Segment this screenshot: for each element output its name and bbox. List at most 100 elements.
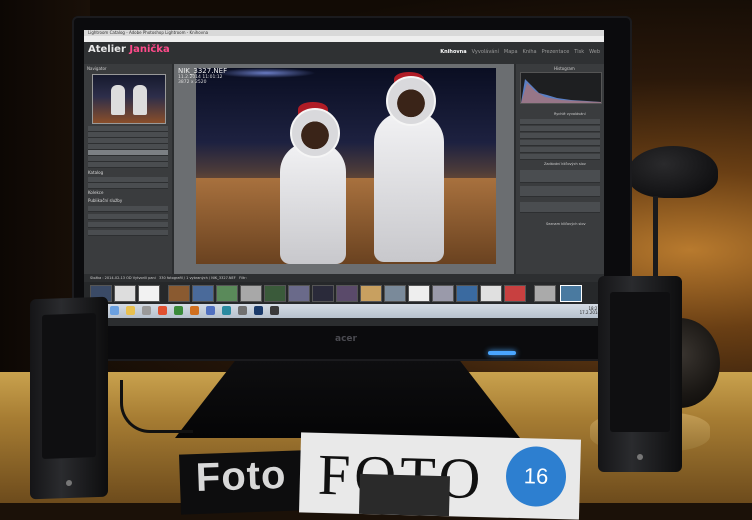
monitor-screen: Lightroom Catalog - Adobe Photoshop Ligh… (84, 30, 604, 326)
monitor-cable (120, 380, 193, 433)
magazine-foto-title: Foto (195, 452, 288, 501)
astronaut-right-helmet (386, 76, 436, 126)
filmstrip-thumb[interactable] (264, 285, 286, 302)
filmstrip-thumb-selected[interactable] (560, 285, 582, 302)
filmstrip-thumb[interactable] (480, 285, 502, 302)
speaker-grill (610, 292, 670, 432)
taskbar-clock[interactable]: 18:27 17.2.2014 (580, 307, 600, 315)
chrome-icon[interactable] (158, 306, 167, 315)
filmstrip-thumb[interactable] (504, 285, 526, 302)
module-slideshow[interactable]: Prezentace (542, 49, 570, 55)
app-icon[interactable] (222, 306, 231, 315)
app-icon[interactable] (174, 306, 183, 315)
filmstrip-filter-label: Filtr: (239, 276, 247, 280)
filmstrip (84, 282, 604, 304)
module-library[interactable]: Knihovna (440, 49, 466, 55)
planet-glow (216, 68, 316, 78)
right-speaker (598, 276, 682, 472)
keyword-set[interactable] (520, 202, 600, 213)
image-filename: NIK_3327.NEF (178, 67, 228, 75)
astronaut-left (280, 142, 346, 264)
publish-row[interactable] (88, 222, 168, 228)
ie-icon[interactable] (110, 306, 119, 315)
magazine-issue-number: 16 (505, 445, 567, 508)
module-map[interactable]: Mapa (504, 49, 518, 55)
monitor-brand: acer (335, 334, 357, 344)
lightroom-icon[interactable] (270, 306, 279, 315)
quick-develop-row[interactable] (520, 147, 600, 153)
windows-taskbar (84, 304, 604, 318)
filmstrip-thumb[interactable] (408, 285, 430, 302)
left-speaker (30, 296, 108, 500)
histogram (520, 72, 602, 104)
filmstrip-thumb[interactable] (240, 285, 262, 302)
right-section-keywording[interactable]: Zadávání klíčových slov (544, 162, 586, 167)
astronaut-left-helmet (290, 108, 340, 158)
quick-develop-row[interactable] (520, 133, 600, 139)
keyword-suggestions[interactable] (520, 186, 600, 197)
publish-row[interactable] (88, 206, 168, 212)
quick-develop-row[interactable] (520, 119, 600, 125)
identity-plate-accent: Janička (129, 44, 170, 55)
module-develop[interactable]: Vyvolávání (472, 49, 499, 55)
filmstrip-thumb[interactable] (456, 285, 478, 302)
module-picker: Knihovna Vyvolávání Mapa Kniha Prezentace Tis… (435, 49, 600, 55)
desk-lamp-head (628, 146, 718, 198)
astronaut-right (374, 112, 444, 262)
navigator-label: Navigator (87, 66, 107, 71)
collection-row[interactable] (88, 183, 168, 189)
module-web[interactable]: Web (589, 49, 600, 55)
module-print[interactable]: Tisk (574, 49, 584, 55)
quick-develop-row[interactable] (520, 154, 600, 160)
identity-plate: Atelier Janička (88, 44, 170, 55)
histogram-graph (521, 79, 601, 103)
folder-row[interactable] (88, 162, 168, 168)
filmstrip-thumb[interactable] (288, 285, 310, 302)
filmstrip-thumb[interactable] (114, 285, 136, 302)
app-icon[interactable] (206, 306, 215, 315)
right-section-quick-develop[interactable]: Rychlé vyvolávání (554, 112, 586, 117)
app-icon[interactable] (238, 306, 247, 315)
magazine-foto-16: FOTO 16 (299, 432, 581, 520)
explorer-icon[interactable] (126, 306, 135, 315)
magazine-cover-photo (358, 473, 450, 517)
filmstrip-thumb[interactable] (534, 285, 556, 302)
navigator-preview[interactable] (92, 74, 166, 124)
app-icon[interactable] (142, 306, 151, 315)
left-section-catalog[interactable]: Katalog (88, 170, 168, 176)
publish-row[interactable] (88, 230, 168, 236)
left-section-collections[interactable]: Kolekce (88, 190, 168, 196)
quick-develop-row[interactable] (520, 140, 600, 146)
filmstrip-thumb[interactable] (432, 285, 454, 302)
clock-date: 17.2.2014 (579, 310, 600, 315)
publish-row[interactable] (88, 214, 168, 220)
speaker-button (637, 454, 643, 460)
filmstrip-count: 330 fotografií / 1 vybraných / NIK_3327.… (159, 276, 236, 280)
photo-ground (196, 178, 496, 264)
desk-lamp-arm (653, 196, 658, 276)
filmstrip-thumb[interactable] (168, 285, 190, 302)
filmstrip-thumb[interactable] (192, 285, 214, 302)
filmstrip-thumb[interactable] (384, 285, 406, 302)
filmstrip-thumb[interactable] (312, 285, 334, 302)
keyword-tags-field[interactable] (520, 170, 600, 183)
speaker-grill (42, 313, 96, 459)
image-info-overlay: NIK_3327.NEF 11.2.2014 11:01:12 3872 x 2… (178, 67, 227, 85)
right-section-keyword-list[interactable]: Seznam klíčových slov (546, 222, 586, 227)
filmstrip-thumb[interactable] (216, 285, 238, 302)
filmstrip-path[interactable]: Složka : 2014-02-13 OD Vytvorili pani (90, 276, 156, 280)
filmstrip-header: Složka : 2014-02-13 OD Vytvorili pani 33… (84, 274, 604, 282)
identity-plate-text: Atelier (88, 44, 130, 55)
power-led (488, 351, 516, 355)
quick-develop-row[interactable] (520, 126, 600, 132)
speaker-button (66, 479, 72, 487)
image-dimensions: 3872 x 2520 (178, 80, 207, 85)
app-icon[interactable] (190, 306, 199, 315)
photoshop-icon[interactable] (254, 306, 263, 315)
filmstrip-thumb[interactable] (138, 285, 160, 302)
left-section-publish-services[interactable]: Publikační služby (88, 198, 168, 204)
filmstrip-thumb[interactable] (336, 285, 358, 302)
module-book[interactable]: Kniha (523, 49, 537, 55)
histogram-label: Histogram (554, 66, 575, 71)
filmstrip-thumb[interactable] (360, 285, 382, 302)
